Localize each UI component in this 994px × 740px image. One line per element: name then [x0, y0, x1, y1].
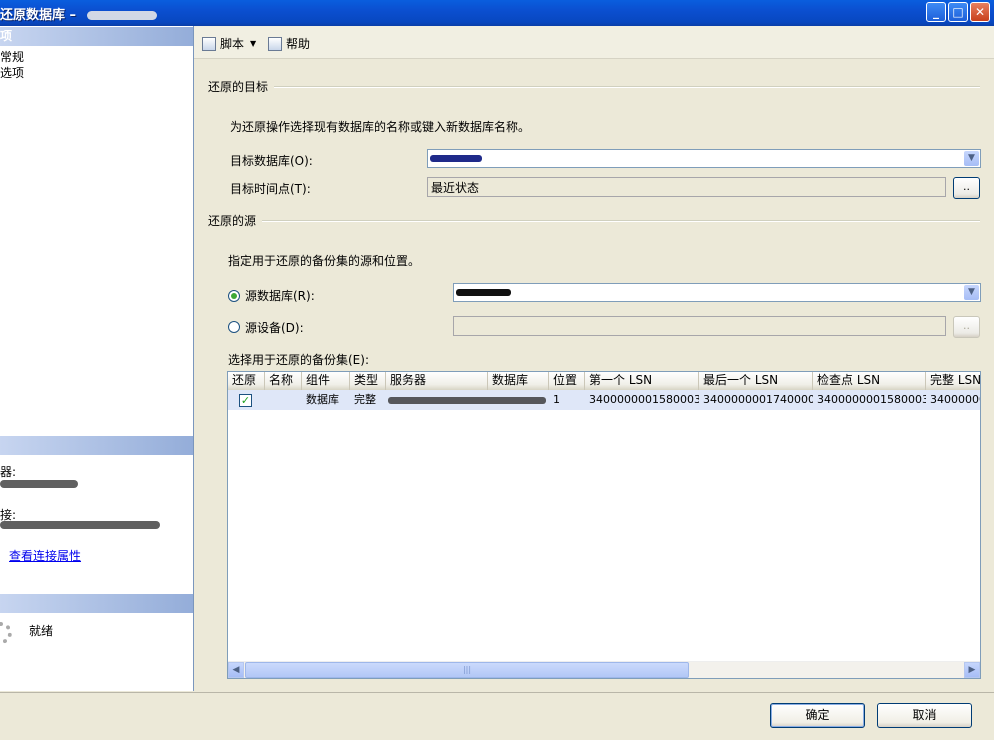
source-device-radio[interactable]: [228, 321, 240, 333]
scroll-left-icon[interactable]: ◀: [228, 662, 244, 678]
cell-type: 完整: [354, 393, 376, 406]
redacted-db-name: [86, 11, 157, 20]
destination-section-title: 还原的目标: [208, 80, 269, 94]
grid-header: 还原 名称 组件 类型 服务器 数据库 位置 第一个 LSN 最后一个 LSN …: [228, 372, 980, 391]
restore-checkbox[interactable]: ✓: [239, 394, 252, 407]
scroll-right-icon[interactable]: ▶: [964, 662, 980, 678]
source-divider: [262, 220, 980, 222]
cell-checkpoint-lsn: 34000000015800037: [817, 393, 926, 406]
view-connection-properties-link[interactable]: 查看连接属性: [9, 547, 81, 564]
col-type[interactable]: 类型: [350, 372, 386, 390]
script-label: 脚本: [220, 37, 245, 51]
target-time-field[interactable]: 最近状态: [427, 177, 946, 197]
progress-status: 就绪: [29, 624, 54, 638]
connection-header: [0, 436, 193, 455]
source-section-title: 还原的源: [208, 214, 257, 228]
table-row[interactable]: ✓ 数据库 完整 1 34000000015800037 34000000017…: [228, 390, 980, 410]
window-title-text: 还原数据库 –: [0, 8, 81, 23]
cell-last-lsn: 34000000017400001: [703, 393, 813, 406]
help-button[interactable]: 帮助: [268, 35, 310, 52]
destination-divider: [274, 86, 980, 88]
page-item-general[interactable]: 常规: [0, 48, 24, 65]
backup-sets-label: 选择用于还原的备份集(E):: [228, 353, 369, 367]
col-checkpoint-lsn[interactable]: 检查点 LSN: [813, 372, 926, 390]
source-description: 指定用于还原的备份集的源和位置。: [228, 254, 421, 268]
close-button[interactable]: ✕: [970, 2, 990, 22]
ok-button[interactable]: 确定: [770, 703, 865, 728]
col-first-lsn[interactable]: 第一个 LSN: [585, 372, 699, 390]
source-db-combo[interactable]: ▼: [453, 283, 981, 302]
col-name[interactable]: 名称: [265, 372, 302, 390]
col-last-lsn[interactable]: 最后一个 LSN: [699, 372, 813, 390]
col-restore[interactable]: 还原: [228, 372, 265, 390]
col-database[interactable]: 数据库: [488, 372, 549, 390]
col-full-lsn[interactable]: 完整 LSN: [926, 372, 980, 390]
source-device-browse-button: ..: [953, 316, 980, 338]
source-device-label: 源设备(D):: [245, 321, 304, 335]
target-db-value-redacted: [430, 155, 482, 162]
cell-position: 1: [553, 393, 560, 406]
horizontal-scrollbar[interactable]: ◀ ||| ▶: [228, 661, 980, 678]
pages-header-text: 项: [0, 29, 13, 43]
page-item-options[interactable]: 选项: [0, 64, 24, 81]
connection-value-redacted: [0, 521, 160, 529]
col-position[interactable]: 位置: [549, 372, 585, 390]
target-time-label: 目标时间点(T):: [230, 182, 311, 196]
bottom-bar: 确定 取消: [0, 692, 994, 740]
dropdown-arrow-icon[interactable]: ▼: [250, 39, 256, 48]
target-db-combo[interactable]: ▼: [427, 149, 981, 168]
source-db-radio[interactable]: [228, 290, 240, 302]
cell-component: 数据库: [306, 393, 339, 406]
help-icon: [268, 36, 282, 51]
target-time-browse-button[interactable]: ..: [953, 177, 980, 199]
col-server[interactable]: 服务器: [386, 372, 488, 390]
cell-first-lsn: 34000000015800037: [589, 393, 699, 406]
server-label: 器:: [0, 465, 17, 479]
server-value-redacted: [0, 480, 78, 488]
source-db-value-redacted: [456, 289, 511, 296]
help-label: 帮助: [286, 37, 311, 51]
toolbar: 脚本 ▼ 帮助: [194, 26, 994, 59]
left-panel: 项 常规 选项 器: 接: 查看连接属性 就绪: [0, 26, 194, 691]
source-device-field: [453, 316, 946, 336]
progress-header: [0, 594, 193, 613]
backup-sets-grid[interactable]: 还原 名称 组件 类型 服务器 数据库 位置 第一个 LSN 最后一个 LSN …: [227, 371, 981, 679]
progress-spinner-icon: [0, 622, 12, 644]
cell-server-db-redacted: [388, 397, 546, 404]
chevron-down-icon[interactable]: ▼: [964, 151, 979, 166]
script-button[interactable]: 脚本 ▼: [202, 35, 256, 52]
script-icon: [202, 36, 216, 51]
cancel-button[interactable]: 取消: [877, 703, 972, 728]
pages-header: 项: [0, 27, 193, 46]
scroll-thumb[interactable]: |||: [245, 662, 689, 678]
maximize-button[interactable]: □: [948, 2, 968, 22]
col-component[interactable]: 组件: [302, 372, 350, 390]
window-title: 还原数据库 –: [0, 4, 157, 23]
destination-description: 为还原操作选择现有数据库的名称或键入新数据库名称。: [230, 120, 531, 134]
cell-name: [265, 390, 302, 410]
chevron-down-icon[interactable]: ▼: [964, 285, 979, 300]
minimize-button[interactable]: _: [926, 2, 946, 22]
source-db-label: 源数据库(R):: [245, 289, 315, 303]
cell-full-lsn: 340000000: [930, 393, 980, 406]
title-bar: 还原数据库 – _ □ ✕: [0, 0, 994, 26]
target-db-label: 目标数据库(O):: [230, 154, 313, 168]
